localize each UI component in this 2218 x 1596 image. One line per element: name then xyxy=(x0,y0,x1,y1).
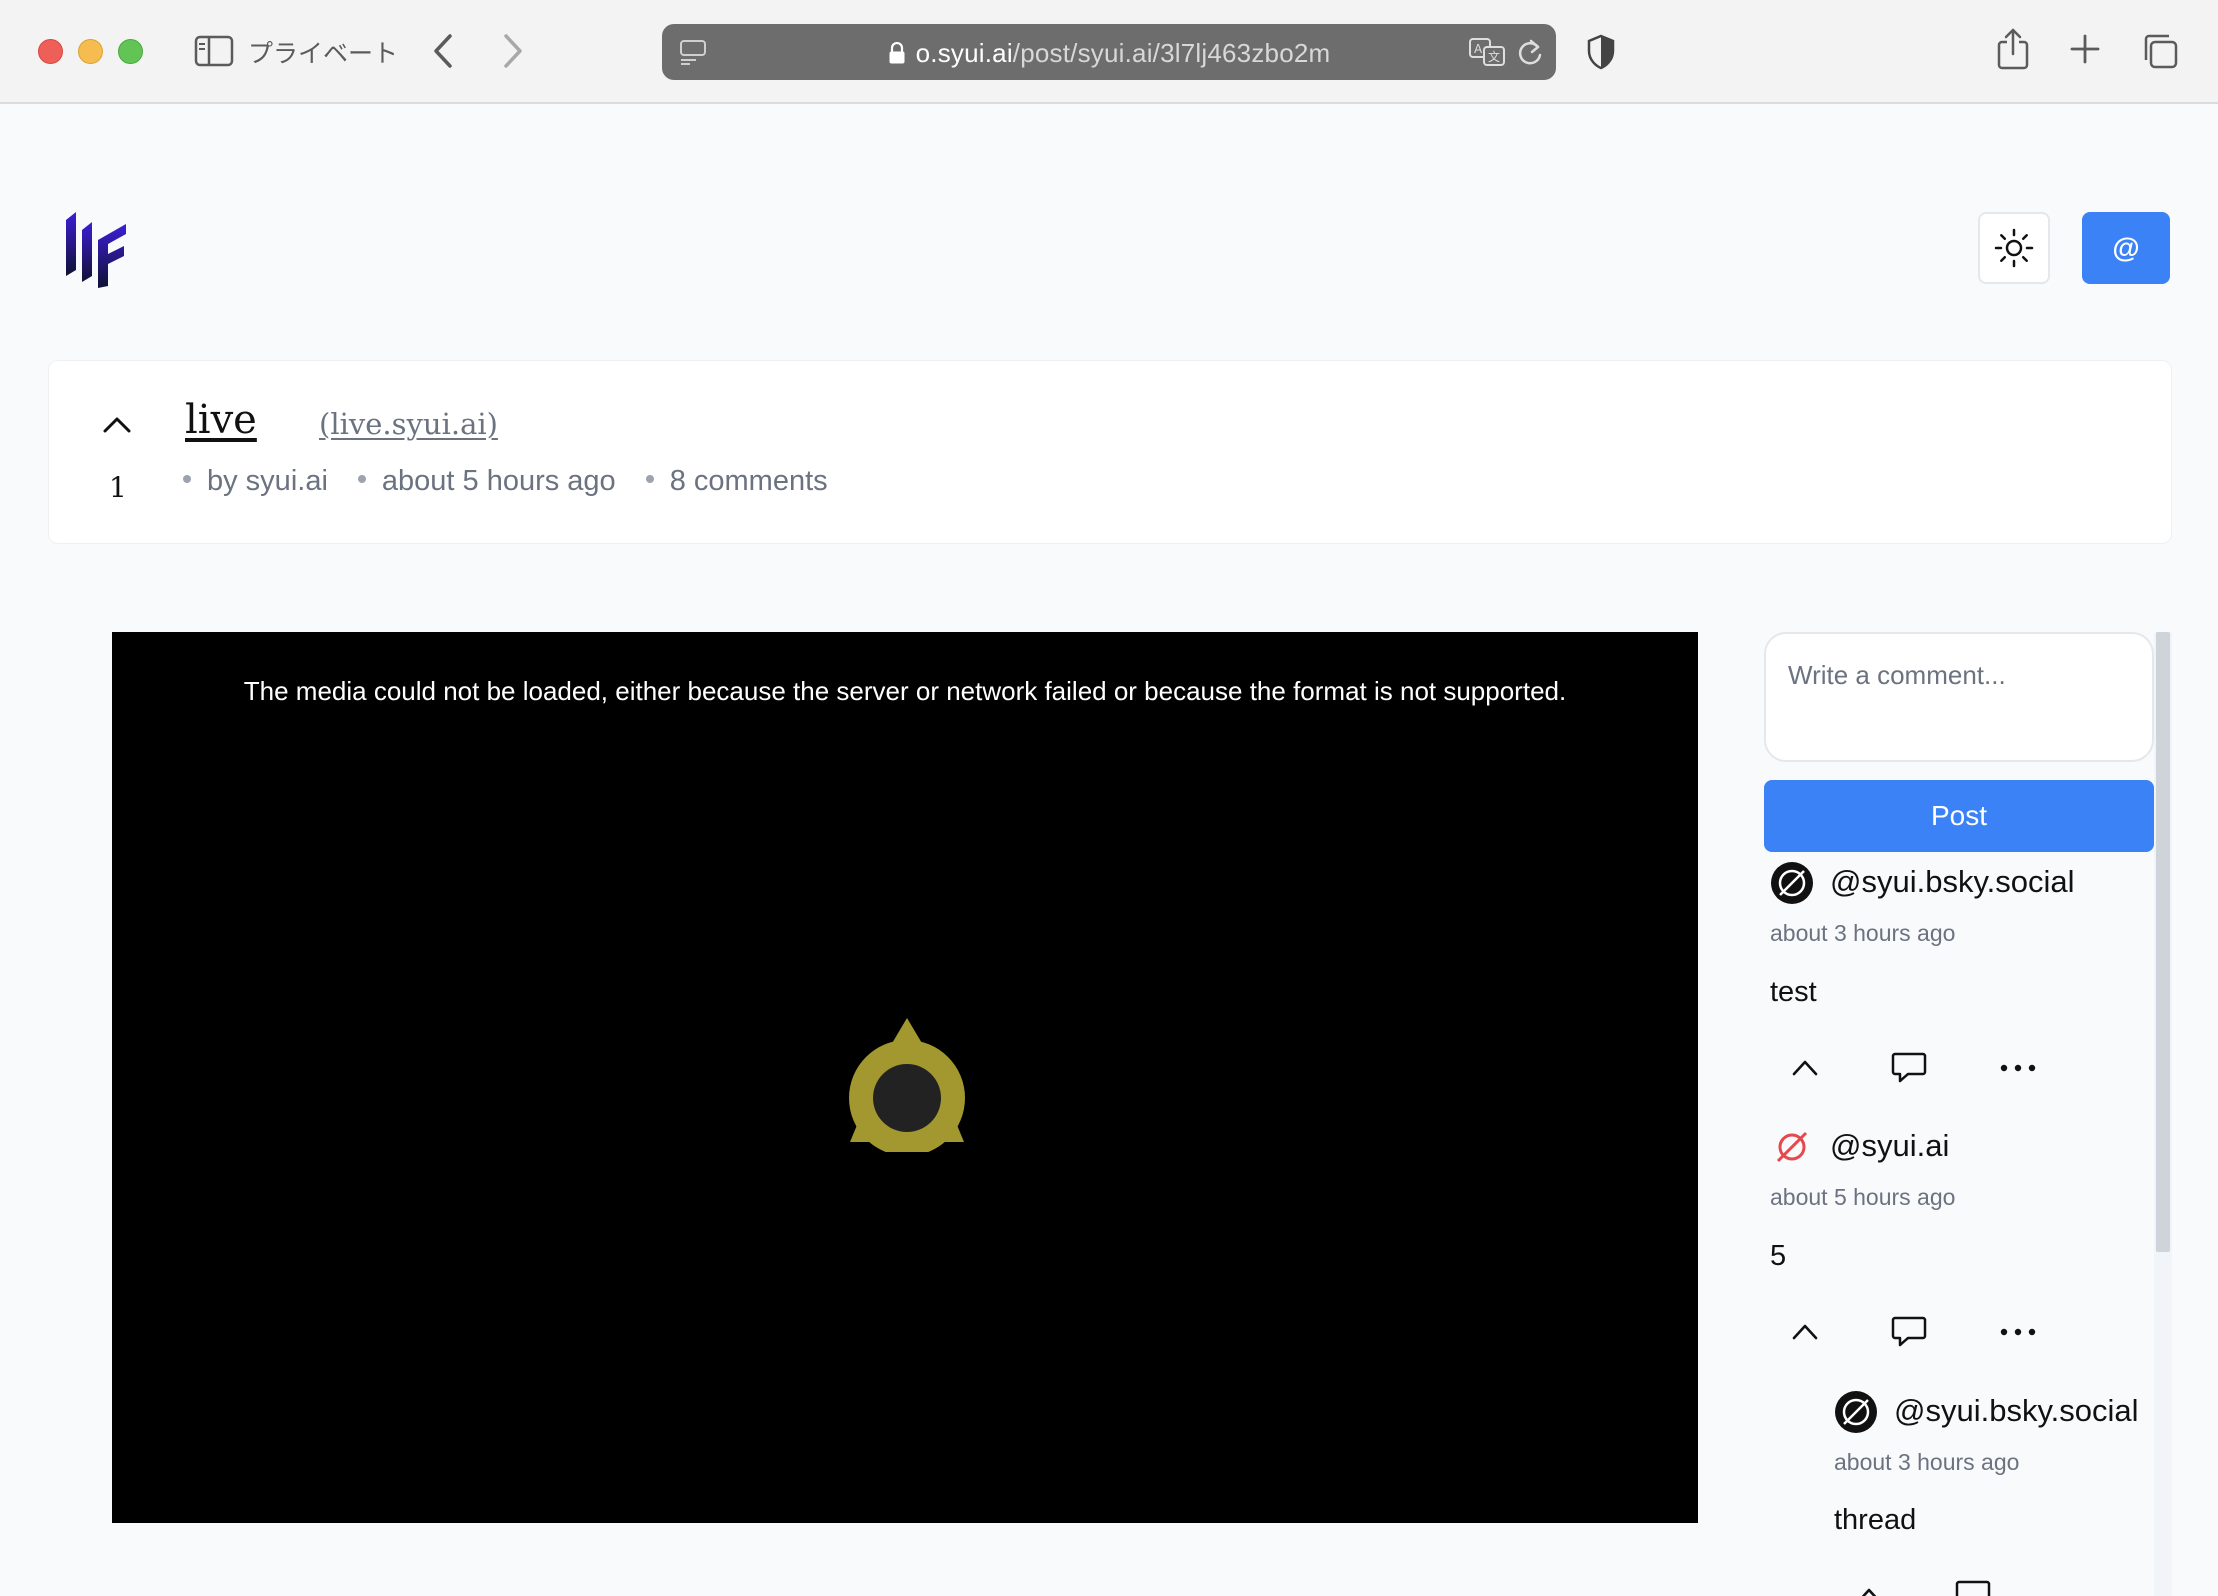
reply-icon[interactable] xyxy=(1890,1314,1928,1348)
sun-icon xyxy=(1994,228,2034,268)
reply-icon[interactable] xyxy=(1890,1050,1928,1084)
post-score: 1 xyxy=(109,471,127,504)
url-path: /post/syui.ai/3l7lj463zbo2m xyxy=(1012,38,1331,68)
post-author-link[interactable]: by syui.ai xyxy=(207,465,328,497)
upvote-icon[interactable] xyxy=(1790,1056,1820,1078)
theme-toggle-button[interactable] xyxy=(1978,212,2050,284)
more-options-icon[interactable] xyxy=(2000,1064,2036,1072)
post-title-link[interactable]: live xyxy=(185,397,257,443)
upvote-icon[interactable] xyxy=(101,413,133,435)
comment-body: test xyxy=(1770,976,1817,1008)
post-domain-link[interactable]: (live.syui.ai) xyxy=(319,407,498,441)
more-options-icon[interactable] xyxy=(2000,1328,2036,1336)
zoom-window-button[interactable] xyxy=(118,39,143,64)
comment-time: about 3 hours ago xyxy=(1770,920,1956,946)
translate-icon[interactable]: A 文 xyxy=(1468,36,1508,68)
upvote-icon[interactable] xyxy=(1790,1320,1820,1342)
comment-author[interactable]: @syui.bsky.social xyxy=(1830,864,2075,900)
svg-text:文: 文 xyxy=(1488,49,1500,64)
close-window-button[interactable] xyxy=(38,39,63,64)
forward-icon[interactable] xyxy=(498,32,528,70)
comment-author[interactable]: @syui.ai xyxy=(1830,1128,1949,1164)
post-comment-button[interactable]: Post xyxy=(1764,780,2154,852)
media-error-icon xyxy=(849,1018,965,1152)
back-icon[interactable] xyxy=(428,32,458,70)
url-text: o.syui.ai/post/syui.ai/3l7lj463zbo2m xyxy=(662,38,1556,69)
browser-toolbar: プライベート o.syui.ai/post/syui.ai/3l7lj463zb… xyxy=(0,0,2218,104)
avatar-icon[interactable] xyxy=(1834,1390,1878,1434)
minimize-window-button[interactable] xyxy=(78,39,103,64)
sidebar-toggle-icon[interactable] xyxy=(194,35,234,67)
site-logo[interactable] xyxy=(64,210,128,288)
private-browsing-label: プライベート xyxy=(248,39,399,68)
media-player[interactable]: The media could not be loaded, either be… xyxy=(112,632,1698,1523)
media-error-message: The media could not be loaded, either be… xyxy=(243,676,1567,706)
post-time: about 5 hours ago xyxy=(381,465,616,497)
comment-body: thread xyxy=(1834,1504,1917,1536)
post-meta: by syui.ai about 5 hours ago 8 comments xyxy=(183,465,858,498)
reload-icon[interactable] xyxy=(1516,37,1544,67)
privacy-shield-icon[interactable] xyxy=(1586,34,1616,70)
login-button[interactable]: @ xyxy=(2082,212,2170,284)
avatar-icon[interactable] xyxy=(1770,1125,1814,1169)
comment-body: 5 xyxy=(1770,1240,1787,1272)
svg-text:A: A xyxy=(1474,42,1483,56)
comment-author[interactable]: @syui.bsky.social xyxy=(1894,1393,2139,1429)
post-comments-link[interactable]: 8 comments xyxy=(670,465,828,497)
comments-panel: Write a comment... Post @syui.bsky.socia… xyxy=(1762,632,2172,1596)
comment-input[interactable]: Write a comment... xyxy=(1764,632,2154,762)
share-icon[interactable] xyxy=(1996,28,2030,70)
url-host: o.syui.ai xyxy=(915,38,1013,68)
comment-time: about 5 hours ago xyxy=(1770,1184,1956,1210)
tab-overview-icon[interactable] xyxy=(2142,33,2178,69)
reply-icon[interactable] xyxy=(1954,1578,1992,1596)
avatar-icon[interactable] xyxy=(1770,861,1814,905)
post-card: 1 live (live.syui.ai) by syui.ai about 5… xyxy=(48,360,2172,544)
new-tab-icon[interactable] xyxy=(2070,34,2100,64)
lock-icon xyxy=(889,42,905,64)
upvote-icon[interactable] xyxy=(1854,1584,1884,1596)
comment-time: about 3 hours ago xyxy=(1834,1449,2020,1475)
address-bar[interactable]: o.syui.ai/post/syui.ai/3l7lj463zbo2m A 文 xyxy=(662,24,1556,80)
